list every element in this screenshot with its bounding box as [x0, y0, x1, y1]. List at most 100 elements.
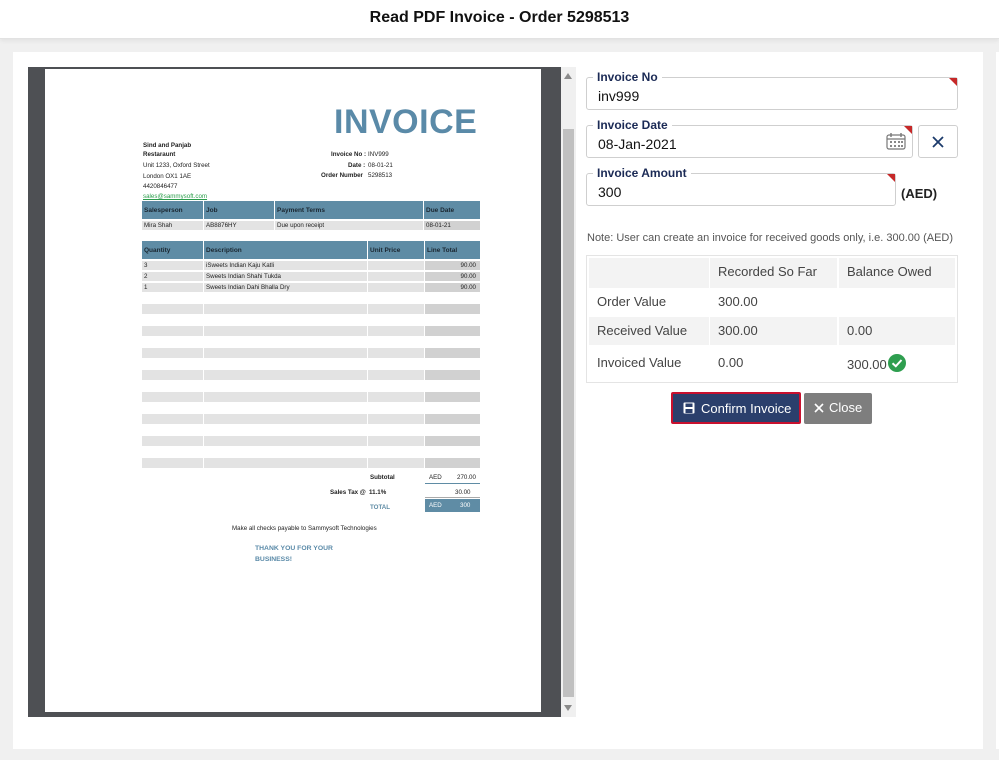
thanks-line-2: BUSINESS!	[255, 556, 293, 563]
total-value: 300	[460, 502, 471, 509]
currency-label: (AED)	[901, 186, 938, 201]
items-empty-cell	[425, 436, 480, 446]
summary-row-order-balance	[839, 288, 955, 316]
item-row-1-total: 90.00	[425, 272, 480, 281]
items-empty-cell	[368, 436, 424, 446]
items-header-unit-price: Unit Price	[368, 241, 424, 259]
invoice-note: Note: User can create an invoice for rec…	[587, 232, 954, 244]
item-row-1-price	[368, 272, 424, 281]
summary-header-blank	[589, 258, 709, 288]
items-empty-cell	[142, 392, 203, 402]
items-empty-cell	[368, 370, 424, 380]
items-empty-cell	[142, 370, 203, 380]
job-cell-salesperson: Mira Shah	[142, 221, 203, 230]
summary-row-received-balance: 0.00	[839, 317, 955, 345]
items-empty-cell	[368, 414, 424, 424]
company-address-1: Unit 1233, Oxford Street	[143, 162, 210, 169]
order-number-label: Order Number	[321, 172, 363, 179]
confirm-invoice-label: Confirm Invoice	[701, 401, 792, 416]
close-button[interactable]: Close	[804, 393, 872, 424]
tax-value: 30.00	[455, 489, 471, 496]
company-phone: 4420846477	[143, 183, 178, 190]
items-header-line-total: Line Total	[425, 241, 480, 259]
items-empty-cell	[204, 436, 367, 446]
summary-header-balance: Balance Owed	[839, 258, 955, 288]
items-empty-cell	[368, 326, 424, 336]
job-cell-job: AB8876HY	[204, 221, 274, 230]
items-empty-cell	[142, 348, 203, 358]
items-empty-cell	[425, 370, 480, 380]
required-marker-icon	[949, 78, 957, 86]
item-row-2-total: 90.00	[425, 283, 480, 292]
close-label: Close	[829, 400, 863, 415]
items-empty-cell	[425, 304, 480, 314]
total-currency: AED	[429, 502, 442, 509]
tax-rate: 11.1%	[369, 489, 387, 496]
items-empty-cell	[204, 458, 367, 468]
clear-date-button[interactable]	[918, 125, 958, 158]
summary-row-received-label: Received Value	[589, 317, 709, 345]
items-empty-cell	[204, 370, 367, 380]
item-row-0-total: 90.00	[425, 261, 480, 270]
checks-note: Make all checks payable to Sammysoft Tec…	[232, 525, 377, 532]
scroll-down-icon[interactable]	[564, 705, 572, 711]
summary-row-invoiced-recorded: 0.00	[718, 355, 744, 370]
job-header-job: Job	[204, 201, 274, 219]
invoice-amount-input[interactable]: 300	[598, 184, 621, 200]
invoice-date-input[interactable]: 08-Jan-2021	[598, 136, 677, 152]
job-header-terms: Payment Terms	[275, 201, 423, 219]
invoice-no-label: Invoice No :	[331, 151, 367, 158]
check-circle-icon	[888, 354, 906, 372]
company-name-1: Sind and Panjab	[143, 142, 192, 149]
items-empty-cell	[142, 436, 203, 446]
invoice-date-field[interactable]: Invoice Date 08-Jan-2021	[586, 117, 913, 158]
items-empty-cell	[204, 304, 367, 314]
close-icon	[814, 403, 824, 413]
item-row-0-desc: iSweets Indian Kaju Katli	[204, 261, 367, 270]
item-row-0-qty: 3	[142, 261, 203, 270]
summary-row-order-recorded: 300.00	[718, 294, 758, 309]
company-address-2: London OX1 1AE	[143, 173, 192, 180]
subtotal-label: Subtotal	[370, 474, 395, 481]
items-header-quantity: Quantity	[142, 241, 203, 259]
calendar-icon[interactable]	[886, 132, 906, 150]
items-empty-cell	[368, 392, 424, 402]
summary-row-received-recorded: 300.00	[710, 317, 837, 345]
date-label: Date :	[348, 162, 366, 169]
item-row-0-price	[368, 261, 424, 270]
total-bar: AED 300	[425, 499, 480, 512]
scroll-up-icon[interactable]	[564, 73, 572, 79]
company-email: sales@sammysoft.com	[143, 193, 208, 200]
confirm-invoice-button[interactable]: Confirm Invoice	[671, 392, 801, 424]
item-row-1-qty: 2	[142, 272, 203, 281]
item-row-1-desc: Sweets Indian Shahi Tukda	[204, 272, 367, 281]
job-cell-terms: Due upon receipt	[275, 221, 423, 230]
tax-rule	[425, 497, 480, 498]
items-empty-cell	[425, 326, 480, 336]
scroll-thumb[interactable]	[563, 129, 574, 697]
items-empty-cell	[368, 304, 424, 314]
invoice-no-label: Invoice No	[593, 69, 662, 85]
invoice-amount-label: Invoice Amount	[593, 165, 691, 181]
invoice-date-label: Invoice Date	[593, 117, 672, 133]
items-empty-cell	[368, 348, 424, 358]
subtotal-rule	[425, 483, 480, 484]
invoice-no-input[interactable]: inv999	[598, 88, 639, 104]
items-empty-cell	[368, 458, 424, 468]
invoice-no-field[interactable]: Invoice No inv999	[586, 69, 958, 110]
items-empty-cell	[204, 392, 367, 402]
save-icon	[683, 402, 695, 414]
items-empty-cell	[425, 458, 480, 468]
items-empty-cell	[204, 414, 367, 424]
items-empty-cell	[425, 348, 480, 358]
invoice-no-value: INV999	[368, 151, 389, 158]
thanks-line-1: THANK YOU FOR YOUR	[255, 545, 333, 552]
job-header-salesperson: Salesperson	[142, 201, 203, 219]
items-empty-cell	[142, 458, 203, 468]
pdf-scrollbar[interactable]	[561, 67, 576, 717]
invoice-amount-field[interactable]: Invoice Amount 300	[586, 165, 896, 206]
summary-header-recorded: Recorded So Far	[710, 258, 837, 288]
window-title: Read PDF Invoice - Order 5298513	[0, 0, 999, 39]
summary-row-invoiced-label: Invoiced Value	[597, 355, 682, 370]
subtotal-currency: AED	[429, 474, 442, 481]
